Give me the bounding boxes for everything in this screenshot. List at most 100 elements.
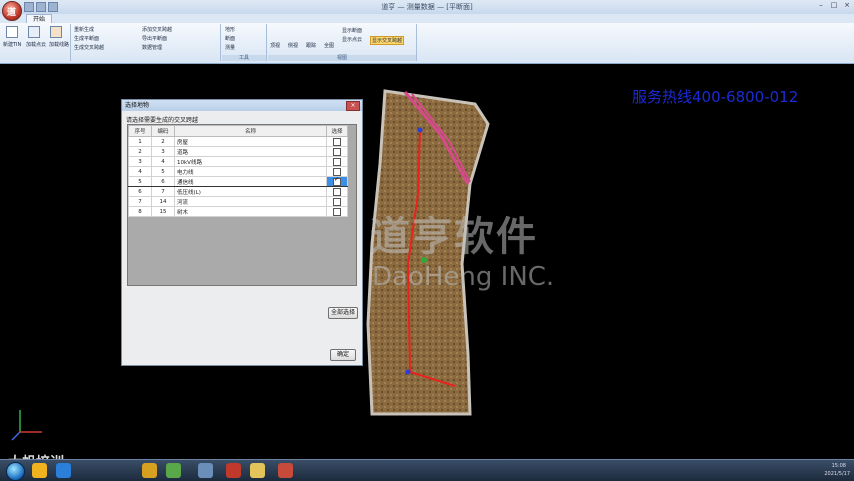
table-row[interactable]: 2 3 道路 bbox=[128, 146, 348, 157]
explorer-icon[interactable] bbox=[56, 463, 71, 478]
new-tin-button[interactable]: 新建TIN bbox=[3, 41, 21, 48]
generate-crossing-button[interactable]: 生成交叉跨越 bbox=[74, 44, 104, 51]
hotline-text: 服务热线400-6800-012 bbox=[632, 88, 799, 106]
ribbon-group-view-label: 视图 bbox=[268, 55, 416, 61]
row-number: 2 bbox=[128, 146, 152, 157]
row-checkbox-checked[interactable] bbox=[333, 176, 341, 186]
row-name: 电力线 bbox=[174, 166, 327, 177]
ribbon-group-tools: 地形 断面 测量 工具 bbox=[222, 24, 267, 61]
table-row[interactable]: 6 7 低压线(L) bbox=[128, 186, 348, 197]
column-header[interactable]: 序号 bbox=[128, 125, 152, 137]
ok-button[interactable]: 确定 bbox=[330, 349, 356, 361]
load-pointcloud-icon[interactable] bbox=[28, 26, 40, 38]
table-row[interactable]: 3 4 10kV线路 bbox=[128, 156, 348, 167]
clock-date[interactable]: 2021/5/17 bbox=[824, 471, 850, 477]
new-tin-icon[interactable] bbox=[6, 26, 18, 38]
dialog-title: 选择地物 bbox=[122, 100, 362, 111]
row-code: 14 bbox=[151, 196, 175, 207]
data-manage-button[interactable]: 数据管理 bbox=[142, 44, 162, 51]
regenerate-button[interactable]: 重新生成 bbox=[74, 26, 94, 33]
row-checkbox[interactable] bbox=[333, 167, 341, 176]
row-code: 6 bbox=[151, 176, 175, 187]
show-crossing-button[interactable]: 显示交叉跨越 bbox=[370, 36, 405, 45]
daoheng-app-icon[interactable] bbox=[278, 463, 293, 478]
taskbar: 15:08 2021/5/17 bbox=[0, 459, 854, 481]
application-menu-button[interactable]: 道 bbox=[2, 1, 22, 21]
table-row-selected[interactable]: 5 6 通信线 bbox=[128, 176, 348, 187]
row-checkbox[interactable] bbox=[333, 207, 341, 216]
track-button[interactable]: 跟踪 bbox=[306, 42, 316, 49]
app-icon[interactable] bbox=[142, 463, 157, 478]
chrome-icon[interactable] bbox=[32, 463, 47, 478]
table-row[interactable]: 7 14 河流 bbox=[128, 196, 348, 207]
row-name: 树木 bbox=[174, 206, 327, 217]
ribbon-group-view: 顶视 侧视 跟踪 全图 显示断面 显示点云 显示交叉跨越 视图 bbox=[268, 24, 417, 61]
load-pointcloud-button[interactable]: 加载点云 bbox=[26, 41, 46, 48]
minimize-button[interactable]: – bbox=[816, 1, 826, 10]
show-section-button[interactable]: 显示断面 bbox=[342, 27, 362, 34]
column-header[interactable]: 编码 bbox=[151, 125, 175, 137]
top-view-button[interactable]: 顶视 bbox=[270, 42, 280, 49]
show-pointcloud-button[interactable]: 显示点云 bbox=[342, 36, 362, 43]
title-bar: 道亨 — 测量数据 — [平断面] – □ × bbox=[0, 0, 854, 15]
select-all-button[interactable]: 全部选择 bbox=[328, 307, 358, 319]
section-button[interactable]: 断面 bbox=[225, 35, 235, 42]
add-crossing-button[interactable]: 添加交叉跨越 bbox=[142, 26, 172, 33]
generate-profile-button[interactable]: 生成平断面 bbox=[74, 35, 99, 42]
row-name: 低压线(L) bbox=[174, 186, 327, 197]
table-row[interactable]: 1 2 房屋 bbox=[128, 136, 348, 147]
row-code: 2 bbox=[151, 136, 175, 147]
app-icon[interactable] bbox=[166, 463, 181, 478]
select-feature-dialog: 选择地物 × 请选择需要生成的交叉跨越 序号 编码 名称 选择 1 2 房屋 23道… bbox=[121, 99, 363, 366]
export-profile-button[interactable]: 导出平断面 bbox=[142, 35, 167, 42]
row-checkbox[interactable] bbox=[333, 137, 341, 146]
row-number: 6 bbox=[128, 186, 152, 197]
ribbon-group-tools-label: 工具 bbox=[222, 55, 266, 61]
measure-button[interactable]: 测量 bbox=[225, 44, 235, 51]
row-checkbox[interactable] bbox=[333, 197, 341, 206]
row-name: 10kV线路 bbox=[174, 156, 327, 167]
column-header[interactable]: 选择 bbox=[326, 125, 348, 137]
row-checkbox[interactable] bbox=[333, 157, 341, 166]
system-tray: 15:08 2021/5/17 bbox=[700, 462, 850, 479]
row-code: 7 bbox=[151, 186, 175, 197]
ribbon-tab-strip: 开始 bbox=[0, 14, 854, 24]
table-row[interactable]: 4 5 电力线 bbox=[128, 166, 348, 177]
close-button[interactable]: × bbox=[842, 1, 852, 10]
load-route-icon[interactable] bbox=[50, 26, 62, 38]
terrain-button[interactable]: 地形 bbox=[225, 26, 235, 33]
row-name: 道路 bbox=[174, 146, 327, 157]
row-code: 4 bbox=[151, 156, 175, 167]
row-name: 河流 bbox=[174, 196, 327, 207]
row-checkbox[interactable] bbox=[333, 187, 341, 196]
row-number: 8 bbox=[128, 206, 152, 217]
app-icon[interactable] bbox=[198, 463, 213, 478]
maximize-button[interactable]: □ bbox=[829, 1, 839, 10]
dialog-hint: 请选择需要生成的交叉跨越 bbox=[126, 117, 199, 124]
route-vertex[interactable] bbox=[405, 369, 411, 375]
ribbon-group-file: 新建TIN 加载点云 加载线路 bbox=[2, 24, 71, 61]
side-view-button[interactable]: 侧视 bbox=[288, 42, 298, 49]
ribbon: 新建TIN 加载点云 加载线路 重新生成 生成平断面 生成交叉跨越 添加交叉跨越… bbox=[0, 23, 854, 64]
row-code: 15 bbox=[151, 206, 175, 217]
column-header[interactable]: 名称 bbox=[174, 125, 327, 137]
row-name: 房屋 bbox=[174, 136, 327, 147]
ribbon-group-main: 重新生成 生成平断面 生成交叉跨越 添加交叉跨越 导出平断面 数据管理 bbox=[72, 24, 221, 61]
start-button[interactable] bbox=[6, 462, 25, 481]
row-number: 3 bbox=[128, 156, 152, 167]
app-icon[interactable] bbox=[226, 463, 241, 478]
app-icon[interactable] bbox=[250, 463, 265, 478]
dialog-close-button[interactable]: × bbox=[346, 101, 360, 111]
window-controls: – □ × bbox=[813, 1, 852, 10]
app-logo-icon: 道 bbox=[7, 8, 17, 18]
row-checkbox[interactable] bbox=[333, 147, 341, 156]
load-route-button[interactable]: 加载线路 bbox=[49, 41, 69, 48]
watermark-en: DaoHeng INC. bbox=[372, 262, 555, 292]
clock-time[interactable]: 15:08 bbox=[832, 463, 846, 469]
row-number: 4 bbox=[128, 166, 152, 177]
watermark-cn: 道亨软件 bbox=[370, 214, 538, 260]
full-view-button[interactable]: 全图 bbox=[324, 42, 334, 49]
row-number: 1 bbox=[128, 136, 152, 147]
table-row[interactable]: 8 15 树木 bbox=[128, 206, 348, 217]
route-vertex[interactable] bbox=[417, 127, 423, 133]
